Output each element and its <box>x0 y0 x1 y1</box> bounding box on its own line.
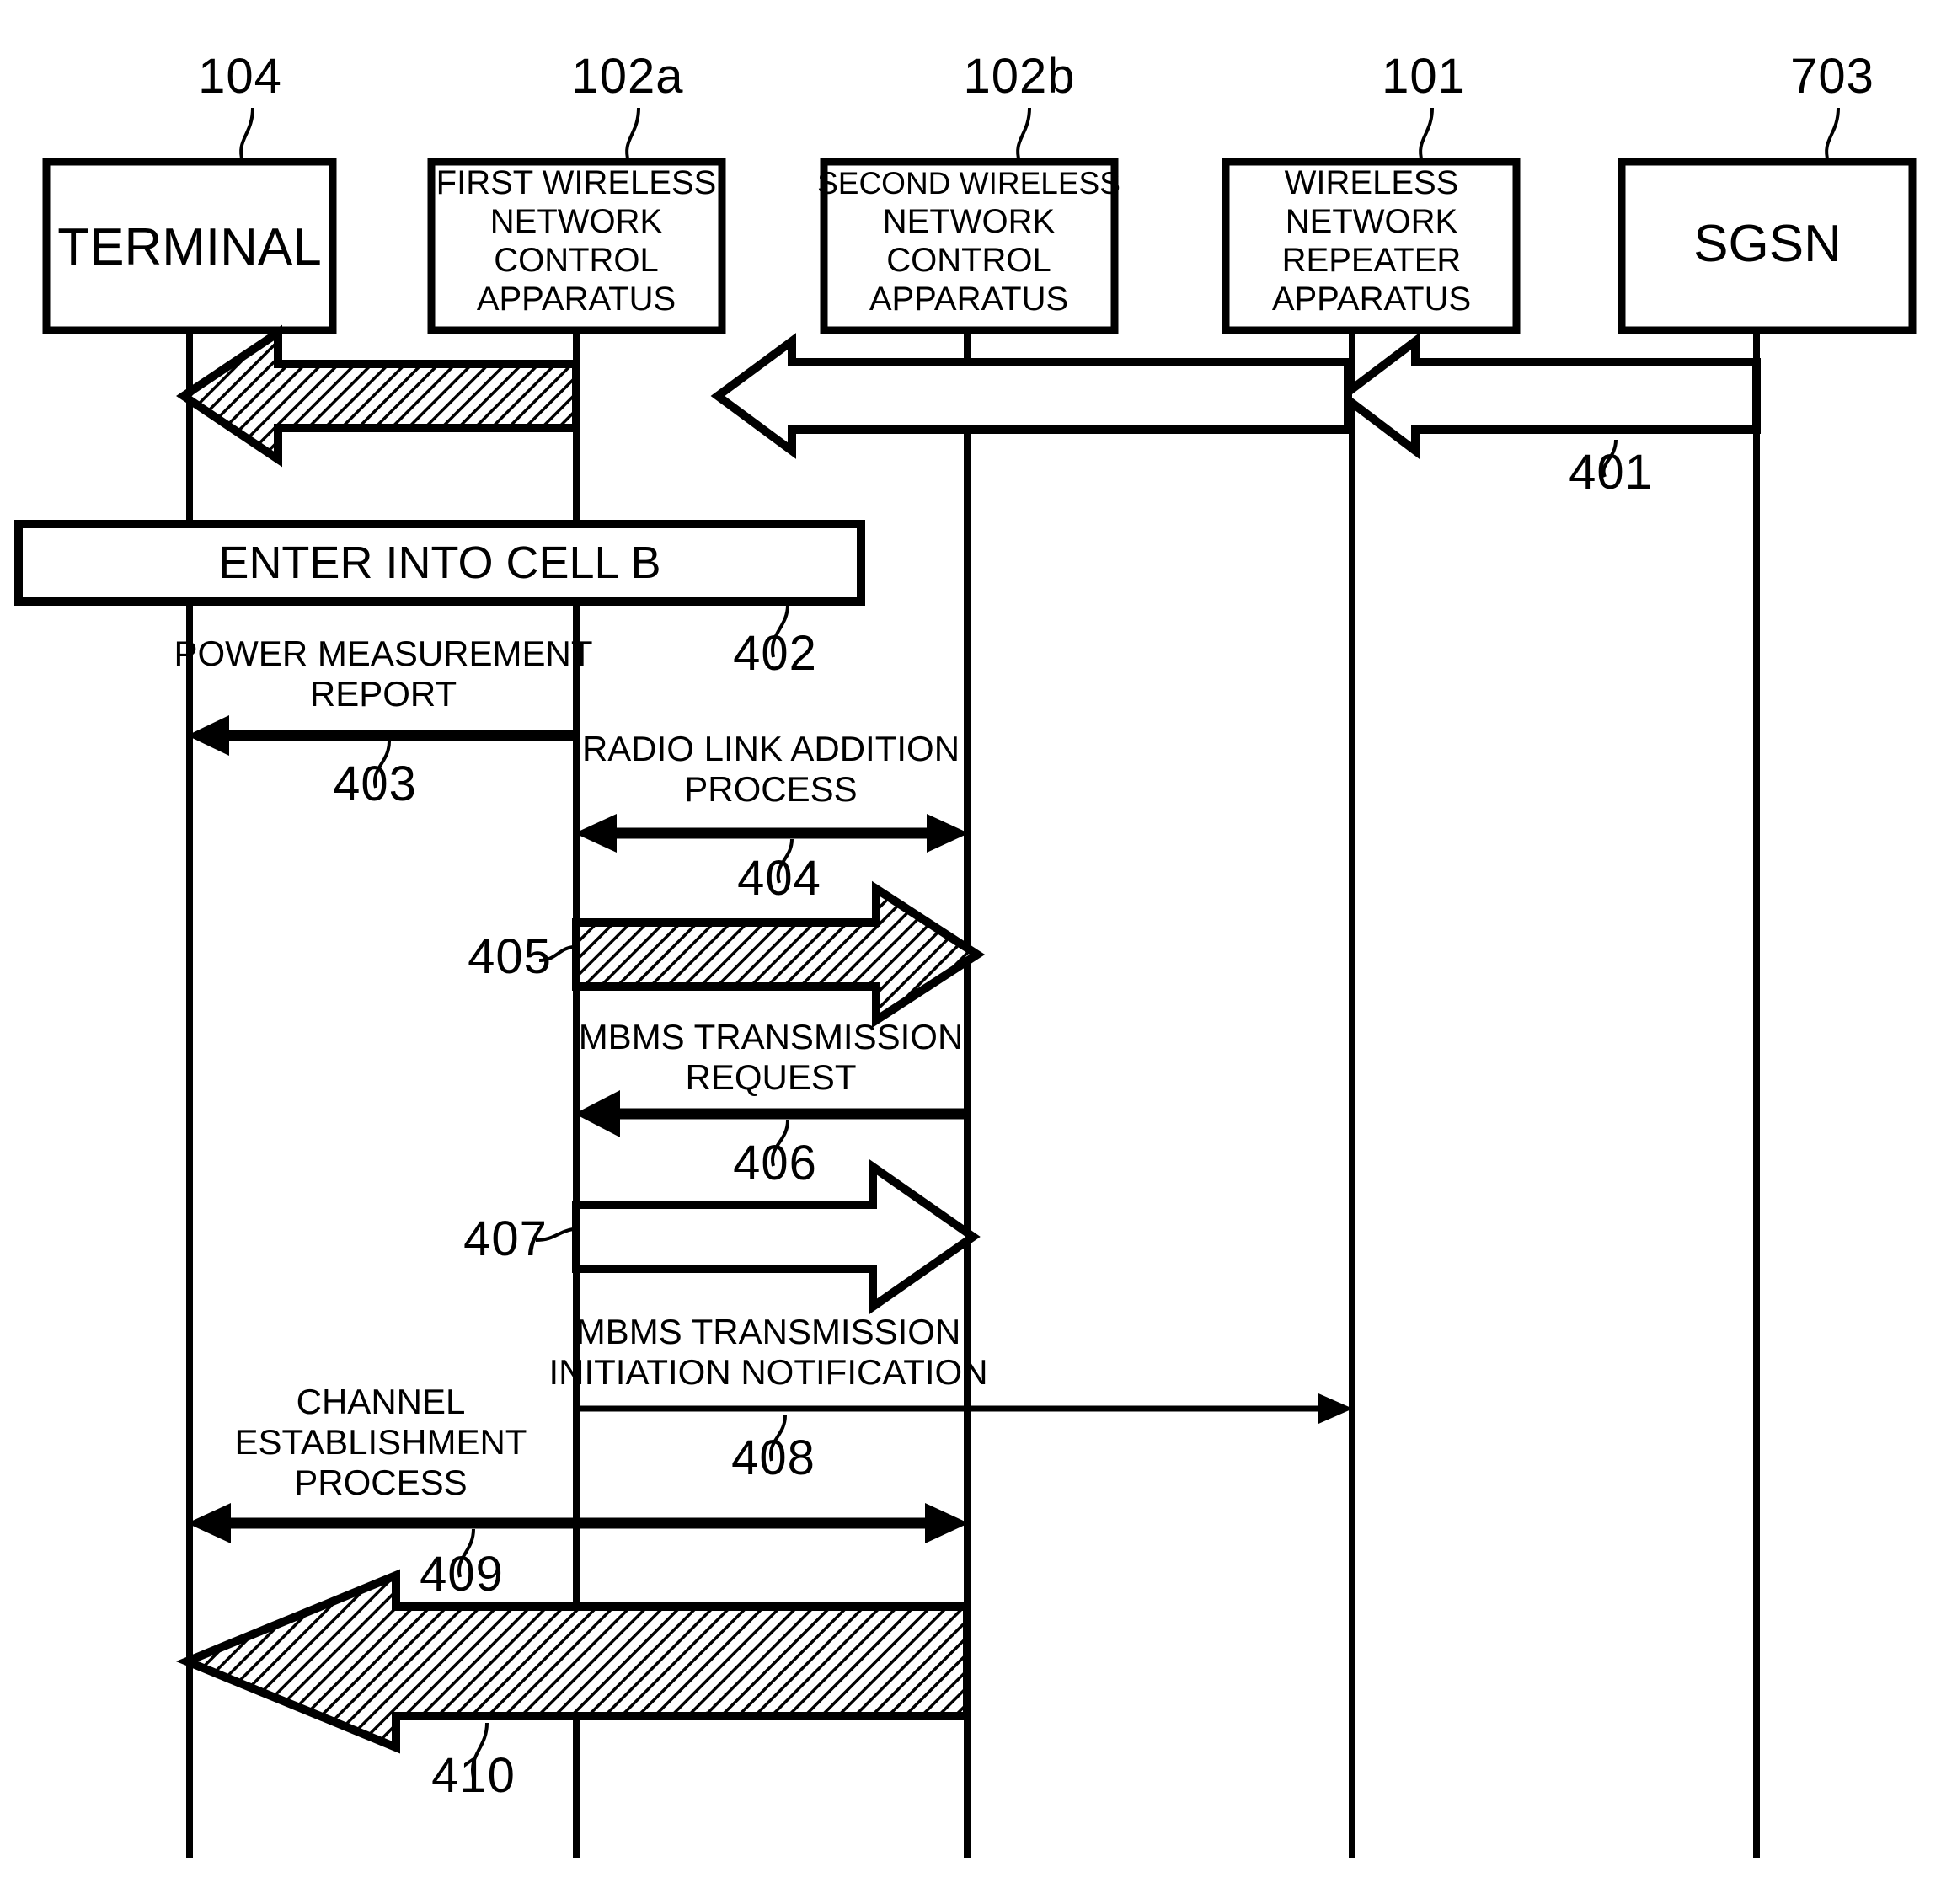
ref-callout-410: 410 <box>431 1722 515 1803</box>
ref-label-405: 405 <box>468 929 552 984</box>
ref-label-102a: 102a <box>571 49 683 104</box>
node-label-second-rnc-line4: APPARATUS <box>869 281 1068 318</box>
node-label-first-rnc-line4: APPARATUS <box>477 281 676 318</box>
node-label-first-rnc-line1: FIRST WIRELESS <box>436 164 717 201</box>
label-radio-link-addition-line1: RADIO LINK ADDITION <box>582 729 960 768</box>
label-mbms-initiation-line1: MBMS TRANSMISSION <box>576 1312 961 1351</box>
node-label-repeater-line3: REPEATER <box>1282 242 1462 279</box>
ref-callout-102a: 102a <box>571 49 683 163</box>
ref-label-408: 408 <box>731 1431 815 1485</box>
ref-label-406: 406 <box>733 1136 817 1190</box>
ref-callout-405: 405 <box>468 929 574 984</box>
node-label-repeater-line4: APPARATUS <box>1272 281 1471 318</box>
ref-label-703: 703 <box>1790 49 1874 104</box>
activity-402-enter-into-cell-b[interactable]: ENTER INTO CELL B <box>14 520 865 606</box>
message-401-hollow-band-long[interactable] <box>710 333 1352 459</box>
label-power-measurement-report-line1: POWER MEASUREMENT <box>174 634 592 673</box>
message-401-hollow-band-right[interactable] <box>1335 332 1761 460</box>
node-label-first-rnc-line3: CONTROL <box>494 242 659 279</box>
node-label-first-rnc-line2: NETWORK <box>490 203 663 240</box>
ref-callout-409: 409 <box>420 1528 504 1602</box>
arrowhead-403 <box>187 715 229 756</box>
node-second-wireless-network-control-apparatus[interactable]: SECOND WIRELESS NETWORK CONTROL APPARATU… <box>817 158 1120 334</box>
ref-callout-404: 404 <box>737 838 821 906</box>
node-wireless-network-repeater-apparatus[interactable]: WIRELESS NETWORK REPEATER APPARATUS <box>1222 158 1521 334</box>
ref-callout-402: 402 <box>733 604 816 681</box>
label-mbms-transmission-request-line1: MBMS TRANSMISSION <box>579 1017 964 1056</box>
ref-callout-703: 703 <box>1790 49 1874 163</box>
ref-label-401: 401 <box>1569 445 1653 500</box>
node-label-second-rnc-line1: SECOND WIRELESS <box>817 166 1120 201</box>
label-channel-establishment-line2: ESTABLISHMENT <box>235 1422 527 1462</box>
ref-callout-101: 101 <box>1382 49 1466 163</box>
label-radio-link-addition-line2: PROCESS <box>684 769 857 809</box>
message-406-mbms-transmission-request[interactable]: MBMS TRANSMISSION REQUEST <box>575 1017 967 1137</box>
patent-figure-canvas: TERMINAL FIRST WIRELESS NETWORK CONTROL … <box>0 0 1941 1904</box>
message-401-hatched-arrow-to-terminal[interactable] <box>176 324 580 468</box>
message-405-hatched-broad-arrow[interactable] <box>572 880 986 1029</box>
node-label-terminal: TERMINAL <box>57 218 321 276</box>
label-mbms-initiation-line2: INITIATION NOTIFICATION <box>548 1352 987 1392</box>
ref-callout-406: 406 <box>733 1120 817 1190</box>
message-404-radio-link-addition-process[interactable]: RADIO LINK ADDITION PROCESS <box>575 729 969 853</box>
ref-label-101: 101 <box>1382 49 1466 104</box>
arrowhead-408 <box>1318 1393 1353 1424</box>
message-403-power-measurement-report[interactable]: POWER MEASUREMENT REPORT <box>174 634 593 756</box>
sequence-diagram: TERMINAL FIRST WIRELESS NETWORK CONTROL … <box>14 49 1917 1858</box>
ref-callout-104: 104 <box>198 49 282 163</box>
node-first-wireless-network-control-apparatus[interactable]: FIRST WIRELESS NETWORK CONTROL APPARATUS <box>427 158 726 334</box>
node-sgsn[interactable]: SGSN <box>1618 158 1917 334</box>
label-channel-establishment-line1: CHANNEL <box>297 1382 466 1421</box>
ref-callout-401: 401 <box>1569 439 1653 500</box>
node-label-repeater-line1: WIRELESS <box>1285 164 1459 201</box>
ref-label-104: 104 <box>198 49 282 104</box>
arrowhead-404-left <box>575 814 617 853</box>
node-label-sgsn: SGSN <box>1693 215 1842 273</box>
arrowhead-406 <box>575 1090 620 1137</box>
node-label-repeater-line2: NETWORK <box>1286 203 1458 240</box>
ref-callout-408: 408 <box>731 1415 815 1485</box>
label-channel-establishment-line3: PROCESS <box>294 1463 467 1502</box>
ref-label-407: 407 <box>463 1211 548 1266</box>
arrowhead-404-right <box>927 814 969 853</box>
ref-callout-407: 407 <box>463 1211 574 1266</box>
node-label-second-rnc-line3: CONTROL <box>886 242 1051 279</box>
node-label-second-rnc-line2: NETWORK <box>883 203 1056 240</box>
message-408-mbms-transmission-initiation-notification[interactable]: MBMS TRANSMISSION INITIATION NOTIFICATIO… <box>548 1312 1353 1424</box>
label-mbms-transmission-request-line2: REQUEST <box>685 1057 856 1097</box>
ref-callout-403: 403 <box>333 741 416 811</box>
label-enter-into-cell-b: ENTER INTO CELL B <box>218 538 660 588</box>
arrowhead-409-left <box>187 1503 231 1543</box>
label-power-measurement-report-line2: REPORT <box>310 674 457 714</box>
ref-label-409: 409 <box>420 1547 504 1602</box>
ref-label-102b: 102b <box>963 49 1075 104</box>
ref-callout-102b: 102b <box>963 49 1075 163</box>
node-terminal[interactable]: TERMINAL <box>42 158 337 334</box>
arrowhead-409-right <box>925 1503 969 1543</box>
